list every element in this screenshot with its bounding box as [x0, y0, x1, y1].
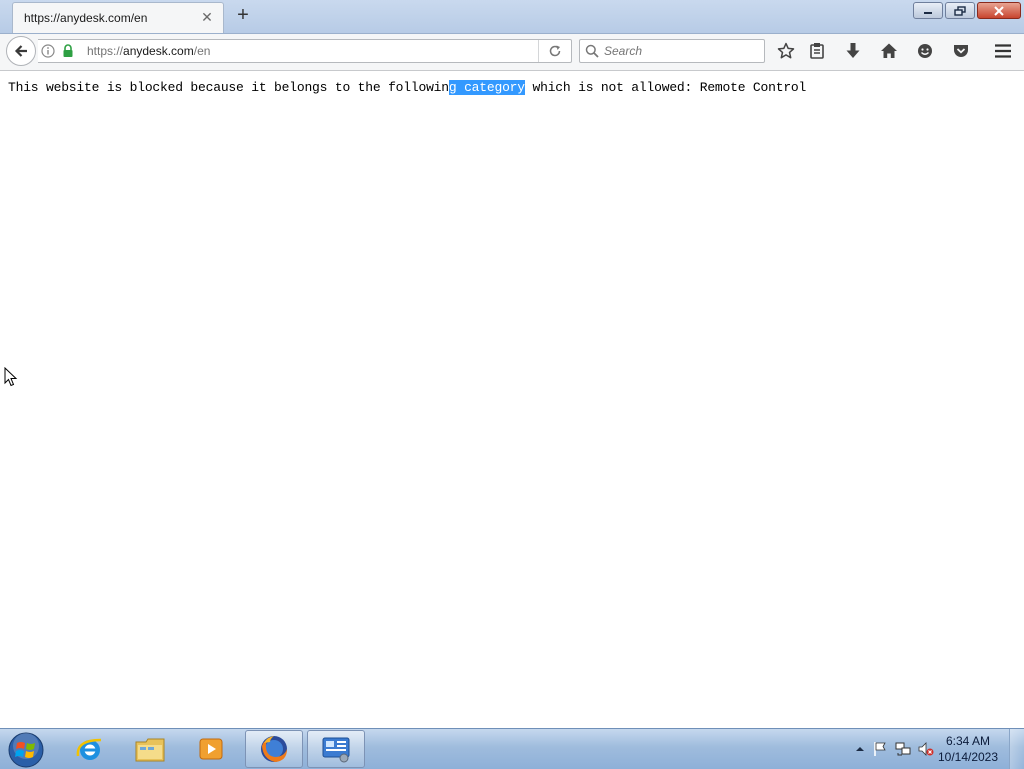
internet-explorer-icon — [76, 738, 102, 760]
network-button[interactable] — [895, 741, 911, 757]
close-icon — [994, 5, 1004, 16]
flag-icon — [874, 742, 886, 756]
info-icon[interactable] — [41, 44, 55, 58]
control-panel-icon — [322, 737, 350, 763]
back-button[interactable] — [6, 36, 36, 66]
action-center-button[interactable] — [872, 741, 888, 757]
downloads-button[interactable] — [841, 40, 865, 62]
hello-button[interactable] — [913, 40, 937, 62]
blocked-message-start: This website is blocked because it belon… — [8, 80, 449, 95]
taskbar-control-panel[interactable] — [307, 730, 365, 768]
system-tray: 6:34 AM 10/14/2023 — [834, 729, 1024, 769]
mouse-cursor-icon — [4, 367, 18, 387]
home-icon — [881, 43, 897, 58]
minimize-button[interactable] — [913, 2, 943, 19]
chevron-up-icon — [856, 747, 864, 751]
search-bar[interactable] — [579, 39, 765, 63]
minimize-icon — [924, 11, 932, 14]
media-player-icon — [199, 738, 223, 760]
page-content: This website is blocked because it belon… — [0, 71, 1024, 728]
selected-text: g category — [448, 80, 525, 95]
menu-icon — [995, 44, 1011, 58]
back-arrow-icon — [14, 45, 27, 57]
tab-strip: https://anydesk.com/en ✕ + — [0, 0, 1024, 34]
menu-button[interactable] — [991, 40, 1015, 62]
reading-list-icon — [810, 43, 824, 59]
pocket-button[interactable] — [949, 40, 973, 62]
taskbar-internet-explorer[interactable] — [61, 730, 119, 768]
download-icon — [846, 43, 860, 58]
volume-muted-icon — [918, 742, 934, 756]
address-bar[interactable]: https://anydesk.com/en — [38, 39, 572, 63]
show-desktop-button[interactable] — [1009, 729, 1024, 769]
clock[interactable]: 6:34 AM 10/14/2023 — [933, 733, 1003, 765]
clock-date: 10/14/2023 — [937, 750, 999, 764]
navigation-toolbar: https://anydesk.com/en — [0, 34, 1024, 71]
taskbar: 6:34 AM 10/14/2023 — [0, 728, 1024, 769]
search-icon — [585, 44, 599, 58]
windows-explorer-icon — [135, 738, 165, 762]
url-text[interactable]: https://anydesk.com/en — [87, 44, 210, 58]
close-window-button[interactable] — [977, 2, 1021, 19]
reload-icon — [549, 45, 561, 57]
reload-button[interactable] — [538, 40, 571, 62]
taskbar-media-player[interactable] — [182, 730, 240, 768]
hello-icon — [918, 44, 932, 58]
restore-button[interactable] — [945, 2, 975, 19]
close-tab-icon[interactable]: ✕ — [199, 9, 215, 25]
url-host: anydesk.com — [123, 44, 194, 58]
start-button[interactable] — [6, 731, 46, 769]
volume-button[interactable] — [918, 741, 934, 757]
search-input[interactable] — [604, 42, 754, 60]
firefox-icon — [261, 736, 287, 762]
url-scheme: https:// — [87, 44, 124, 58]
taskbar-windows-explorer[interactable] — [121, 730, 179, 768]
home-button[interactable] — [877, 40, 901, 62]
blocked-message-end: which is not allowed: Remote Control — [524, 80, 807, 95]
network-icon — [895, 742, 911, 756]
bookmark-star-icon — [777, 42, 795, 59]
show-hidden-icons-button[interactable] — [852, 741, 868, 757]
url-path: /en — [193, 44, 211, 58]
lock-icon[interactable] — [62, 44, 74, 58]
window-controls — [913, 2, 1021, 20]
windows-start-icon — [8, 732, 44, 768]
taskbar-firefox[interactable] — [245, 730, 303, 768]
tab-title: https://anydesk.com/en — [24, 11, 148, 25]
restore-icon — [954, 5, 966, 16]
tab-anydesk[interactable]: https://anydesk.com/en ✕ — [12, 2, 224, 33]
clock-time: 6:34 AM — [945, 734, 991, 748]
new-tab-button[interactable]: + — [232, 5, 254, 27]
reading-list-button[interactable] — [805, 40, 829, 62]
bookmark-star-button[interactable] — [774, 40, 798, 62]
blocked-message: This website is blocked because it belon… — [8, 80, 806, 95]
pocket-icon — [954, 45, 968, 57]
